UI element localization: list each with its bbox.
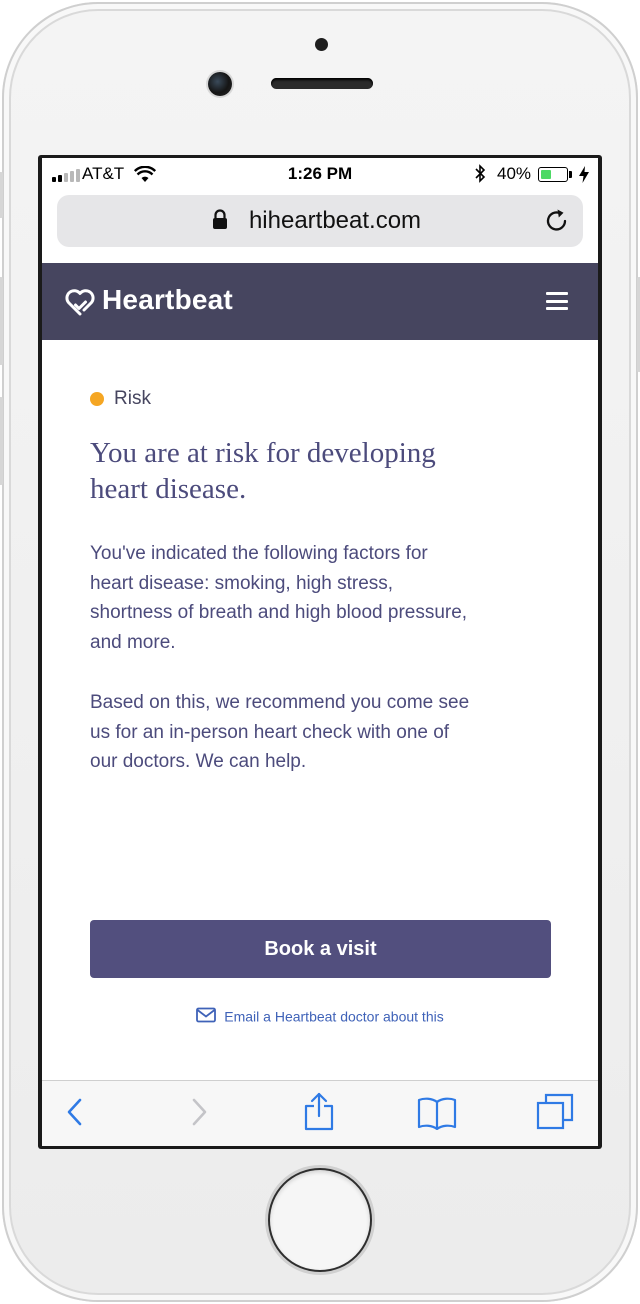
earpiece-speaker bbox=[271, 78, 373, 89]
tabs-icon[interactable] bbox=[536, 1093, 574, 1136]
bluetooth-icon bbox=[474, 164, 486, 188]
site-header: Heartbeat bbox=[42, 263, 598, 340]
risk-label: Risk bbox=[114, 388, 151, 409]
mute-switch bbox=[0, 172, 3, 218]
main-content: Risk You are at risk for developing hear… bbox=[42, 340, 598, 1080]
hamburger-menu-icon[interactable] bbox=[546, 292, 568, 310]
share-icon[interactable] bbox=[302, 1091, 336, 1136]
bookmarks-icon[interactable] bbox=[417, 1096, 457, 1135]
battery-level-fill bbox=[541, 170, 551, 179]
battery-icon bbox=[538, 167, 568, 182]
result-headline: You are at risk for developing heart dis… bbox=[90, 437, 436, 505]
battery-percent: 40% bbox=[497, 164, 532, 183]
battery-tip bbox=[569, 171, 572, 178]
risk-badge: Risk bbox=[90, 388, 151, 410]
url-text: hiheartbeat.com bbox=[248, 207, 422, 234]
recommendation-paragraph: Based on this, we recommend you come see… bbox=[90, 692, 470, 772]
home-button[interactable] bbox=[270, 1170, 370, 1270]
charging-icon bbox=[579, 166, 589, 188]
risk-status-dot bbox=[90, 392, 104, 406]
volume-up-button bbox=[0, 277, 3, 365]
back-icon[interactable] bbox=[64, 1095, 86, 1134]
book-visit-button[interactable]: Book a visit bbox=[90, 920, 551, 978]
volume-down-button bbox=[0, 397, 3, 485]
address-bar[interactable]: hiheartbeat.com bbox=[57, 195, 583, 247]
forward-icon[interactable] bbox=[188, 1095, 210, 1134]
reload-icon[interactable] bbox=[544, 208, 570, 239]
status-bar: AT&T 1:26 PM 40% bbox=[42, 158, 598, 192]
email-doctor-link[interactable]: Email a Heartbeat doctor about this bbox=[42, 1007, 598, 1026]
front-camera bbox=[208, 72, 232, 96]
logo-text[interactable]: Heartbeat bbox=[102, 284, 233, 316]
browser-toolbar bbox=[42, 1080, 598, 1146]
factors-paragraph: You've indicated the following factors f… bbox=[90, 543, 468, 653]
display: AT&T 1:26 PM 40% hiheartbeat.com Heartbe… bbox=[42, 158, 598, 1146]
email-doctor-label: Email a Heartbeat doctor about this bbox=[224, 1008, 444, 1025]
mail-icon bbox=[196, 1007, 217, 1026]
proximity-sensor bbox=[315, 38, 328, 51]
heart-logo-icon[interactable] bbox=[64, 288, 96, 321]
